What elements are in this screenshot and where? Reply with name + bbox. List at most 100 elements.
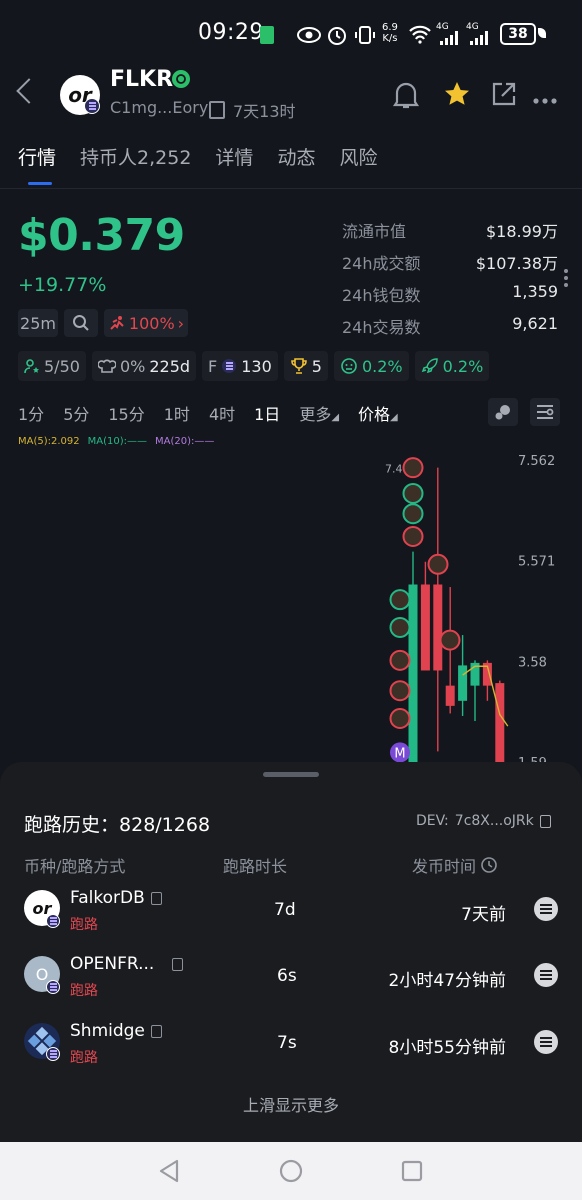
users-badge[interactable]: 5/50 [18, 351, 86, 381]
verified-icon [172, 70, 190, 88]
swipe-more-hint[interactable]: 上滑显示更多 [0, 1092, 582, 1116]
tf-5m[interactable]: 5分 [63, 401, 89, 425]
tab-bar: 行情 持币人2,252 详情 动态 风险 [18, 143, 377, 170]
nav-recents-icon[interactable] [401, 1160, 423, 1182]
tf-4h[interactable]: 4时 [209, 401, 235, 425]
f-badge[interactable]: F 130 [202, 351, 278, 381]
ma5-label: MA(5):2.092 [18, 436, 80, 447]
trophy-badge[interactable]: 5 [283, 351, 328, 381]
ma10-label: MA(10):—— [87, 436, 148, 447]
status-bar: 09:29 6.9 K/s 4G 4G 38 [0, 0, 582, 62]
rug-tag: 跑路 [70, 983, 98, 999]
copy-icon[interactable] [150, 1024, 162, 1038]
user-star-icon [24, 359, 39, 374]
copy-icon[interactable] [172, 957, 184, 971]
y-tick-label: 3.58 [518, 655, 547, 670]
network-speed: 6.9 K/s [382, 22, 398, 44]
candle-body [408, 584, 418, 762]
stats-more-icon[interactable] [563, 268, 569, 292]
trader-marker [389, 589, 411, 611]
rocket-badge[interactable]: 0.2% [414, 351, 490, 381]
system-nav-bar [0, 1142, 582, 1200]
tf-1h[interactable]: 1时 [164, 401, 190, 425]
nav-home-icon[interactable] [279, 1159, 303, 1183]
tf-price[interactable]: 价格◢ [358, 401, 398, 425]
sheet-drag-handle[interactable] [263, 772, 319, 777]
rocket-icon [421, 358, 438, 374]
tab-activity[interactable]: 动态 [277, 143, 315, 170]
leaf-icon [538, 28, 546, 38]
copy-icon[interactable] [209, 101, 225, 119]
token-symbol: FLKR [110, 67, 174, 92]
signal-2-icon [470, 30, 492, 49]
nav-back-icon[interactable] [158, 1159, 180, 1183]
trader-marker [402, 503, 424, 525]
stat-label: 24h成交额 [342, 254, 421, 273]
token-address[interactable]: C1mg...Eory [110, 98, 208, 117]
token-name[interactable]: Shmidge [70, 1021, 162, 1041]
back-icon[interactable] [16, 78, 42, 104]
launch-time: 8小时55分钟前 [388, 1038, 506, 1058]
signal-1-icon [440, 30, 462, 49]
tf-1m[interactable]: 1分 [18, 401, 44, 425]
badge-row: 5/50 0% 225d F 130 5 0.2% 0.2% [18, 351, 490, 381]
stat-row: 24h交易数 9,621 [342, 314, 558, 346]
row-menu-button[interactable] [534, 1030, 558, 1054]
y-tick-label: 5.571 [518, 555, 555, 570]
row-menu-button[interactable] [534, 897, 558, 921]
star-icon[interactable] [443, 80, 471, 112]
col-token: 币种/跑路方式 [24, 857, 126, 876]
token-name[interactable]: FalkorDB [70, 888, 162, 908]
copy-icon[interactable] [150, 891, 162, 905]
runner-pill[interactable]: 100% › [104, 309, 188, 337]
hourglass-icon [260, 26, 274, 44]
eye-icon [297, 26, 321, 48]
trader-marker [402, 457, 424, 479]
rug-tag: 跑路 [70, 917, 98, 933]
dev-address[interactable]: DEV: 7c8X...oJRk [416, 813, 551, 829]
tf-15m[interactable]: 15分 [108, 401, 144, 425]
solana-chain-icon [46, 914, 60, 928]
active-tab-indicator [28, 182, 52, 185]
rug-duration: 7s [277, 1033, 297, 1053]
tab-market[interactable]: 行情 [18, 143, 56, 170]
face-icon [341, 358, 357, 374]
col-time[interactable]: 发币时间 [412, 853, 498, 877]
copy-icon[interactable] [539, 814, 551, 828]
trader-marker [389, 616, 411, 638]
y-tick-label: 7.562 [518, 454, 555, 469]
wifi-icon [408, 24, 432, 48]
ma-legend: MA(5):2.092 MA(10):—— MA(20):—— [18, 436, 214, 447]
timeframe-bar: 1分 5分 15分 1时 4时 1日 更多◢ 价格◢ [18, 401, 417, 425]
chef-hat-icon [97, 359, 116, 373]
stat-label: 24h钱包数 [342, 286, 421, 305]
candlestick-chart[interactable]: 7.5625.5713.581.597.41M [0, 448, 582, 768]
stat-value: 9,621 [512, 314, 558, 333]
sliders-icon [537, 405, 554, 419]
face-badge[interactable]: 0.2% [333, 351, 409, 381]
tab-details[interactable]: 详情 [215, 143, 253, 170]
trader-marker [389, 649, 411, 671]
rug-history-title: 跑路历史：828/1268 [24, 814, 211, 836]
stat-label: 24h交易数 [342, 318, 421, 337]
chart-settings-button[interactable] [530, 398, 560, 426]
tf-1d[interactable]: 1日 [254, 401, 280, 425]
tf-more[interactable]: 更多◢ [299, 401, 339, 425]
status-time: 09:29 [198, 20, 264, 45]
search-button[interactable] [64, 309, 98, 337]
solana-chain-icon [46, 1047, 60, 1061]
more-icon[interactable] [532, 90, 558, 109]
dev-badge[interactable]: 0% 225d [91, 351, 197, 381]
rug-duration: 7d [274, 900, 296, 920]
bubble-toggle-button[interactable] [488, 398, 518, 426]
interval-pill[interactable]: 25m [18, 309, 58, 337]
bell-icon[interactable] [392, 80, 420, 114]
trophy-icon [290, 358, 307, 374]
tab-holders[interactable]: 持币人2,252 [80, 143, 191, 170]
token-name[interactable]: OPENFR... [70, 954, 184, 974]
ma20-label: MA(20):—— [155, 436, 215, 447]
share-icon[interactable] [490, 80, 518, 112]
battery-icon: 38 [500, 23, 536, 45]
tab-risk[interactable]: 风险 [339, 143, 377, 170]
row-menu-button[interactable] [534, 963, 558, 987]
